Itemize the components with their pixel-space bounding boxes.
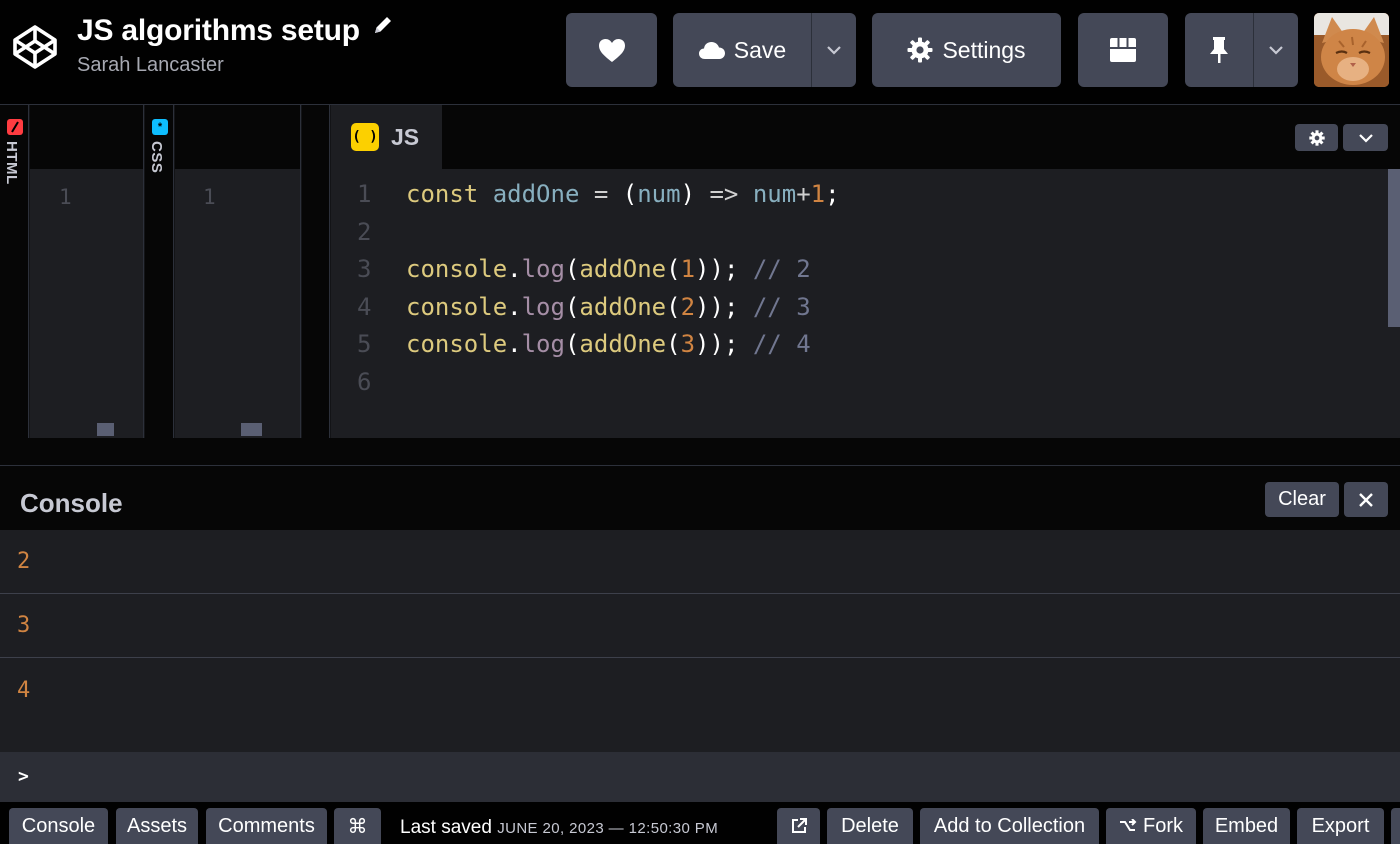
css-tab-label: CSS <box>148 141 165 174</box>
last-saved-status: Last saved JUNE 20, 2023 — 12:50:30 PM <box>400 817 718 839</box>
code-line[interactable]: 5 console.log(addOne(3)); // 4 <box>331 326 840 364</box>
gear-icon <box>1308 129 1325 146</box>
code-editor[interactable]: 1 const addOne = (num) => num+1; 2 3 console… <box>331 176 840 402</box>
js-editor[interactable]: ( ) JS 1 const addOne = (num) => num+1; … <box>331 105 1400 438</box>
chevron-down-icon <box>1269 46 1283 55</box>
open-external-button[interactable] <box>777 808 820 844</box>
console-toggle-button[interactable]: Console <box>9 808 108 844</box>
save-options-button[interactable] <box>812 13 856 87</box>
js-editor-header <box>331 105 1400 169</box>
close-icon <box>1359 492 1373 507</box>
code-line[interactable]: 3 console.log(addOne(1)); // 2 <box>331 251 840 289</box>
code-line[interactable]: 2 <box>331 214 840 252</box>
console-output: 2 3 4 <box>0 530 1400 752</box>
change-view-button[interactable] <box>1078 13 1168 87</box>
avatar-cat-image <box>1314 13 1389 87</box>
pane-resizer[interactable] <box>302 105 330 438</box>
html-editor-tab[interactable]: HTML <box>0 105 29 438</box>
header: JS algorithms setup Sarah Lancaster Save <box>0 0 1400 104</box>
settings-label: Settings <box>942 36 1026 63</box>
pin-button-group <box>1185 13 1298 87</box>
fork-button[interactable]: Fork <box>1106 808 1196 844</box>
js-tab-label: JS <box>391 123 420 150</box>
pin-button[interactable] <box>1185 13 1253 87</box>
gear-icon <box>907 37 933 63</box>
external-link-icon <box>791 818 807 833</box>
cloud-icon <box>698 42 725 59</box>
layout-icon <box>1110 38 1136 62</box>
line-number: 1 <box>357 180 372 208</box>
last-saved-date: JUNE 20, 2023 — 12:50:30 PM <box>497 820 719 837</box>
code-text: console.log(addOne(3)); // 4 <box>406 330 811 359</box>
save-button-group: Save <box>673 13 856 87</box>
code-line[interactable]: 1 const addOne = (num) => num+1; <box>331 176 840 214</box>
save-button[interactable]: Save <box>673 13 811 87</box>
pen-title[interactable]: JS algorithms setup <box>77 14 360 48</box>
codepen-logo-icon[interactable] <box>12 24 58 70</box>
code-text: console.log(addOne(1)); // 2 <box>406 255 811 284</box>
export-button[interactable]: Export <box>1297 808 1384 844</box>
console-log-row: 3 <box>0 594 1400 658</box>
scrollbar[interactable] <box>241 423 262 436</box>
line-number: 3 <box>357 255 372 284</box>
css-badge-icon: * <box>152 119 168 135</box>
pin-options-button[interactable] <box>1254 13 1298 87</box>
console-header: Console Clear <box>0 466 1400 530</box>
console-input[interactable]: > <box>0 752 1400 802</box>
close-console-button[interactable] <box>1344 482 1388 517</box>
html-editor[interactable]: 1 <box>30 105 144 438</box>
assets-button[interactable]: Assets <box>116 808 198 844</box>
css-editor-tab[interactable]: * CSS <box>145 105 174 438</box>
css-editor[interactable]: 1 <box>175 105 301 438</box>
share-button[interactable] <box>1391 808 1400 844</box>
like-button[interactable] <box>566 13 657 87</box>
console-prompt: > <box>18 766 29 787</box>
settings-button[interactable]: Settings <box>872 13 1061 87</box>
add-to-collection-button[interactable]: Add to Collection <box>920 808 1099 844</box>
console-log-row: 2 <box>0 530 1400 594</box>
user-avatar[interactable] <box>1314 13 1389 87</box>
embed-button[interactable]: Embed <box>1203 808 1290 844</box>
html-tab-label: HTML <box>3 141 20 185</box>
console-title: Console <box>20 488 123 518</box>
line-number: 5 <box>357 330 372 359</box>
line-number: 2 <box>357 217 372 246</box>
pencil-icon[interactable] <box>372 14 394 36</box>
line-number: 6 <box>357 367 372 396</box>
scrollbar[interactable] <box>97 423 114 436</box>
css-editor-header <box>175 105 300 169</box>
console-resizer[interactable] <box>0 438 1400 466</box>
chevron-down-icon <box>1358 133 1373 143</box>
delete-button[interactable]: Delete <box>827 808 913 844</box>
code-line[interactable]: 4 console.log(addOne(2)); // 3 <box>331 289 840 327</box>
save-label: Save <box>733 36 787 63</box>
fork-icon <box>1120 819 1137 831</box>
line-number: 4 <box>357 292 372 321</box>
line-number: 1 <box>203 185 216 209</box>
js-editor-tab[interactable]: ( ) JS <box>331 105 442 169</box>
js-settings-button[interactable] <box>1295 124 1338 151</box>
js-collapse-button[interactable] <box>1343 124 1388 151</box>
code-text: console.log(addOne(2)); // 3 <box>406 292 811 321</box>
pin-icon <box>1210 37 1228 63</box>
pen-title-block: JS algorithms setup Sarah Lancaster <box>77 14 394 77</box>
heart-icon <box>598 38 625 62</box>
line-number: 1 <box>59 185 72 209</box>
html-editor-header <box>30 105 143 169</box>
comments-button[interactable]: Comments <box>206 808 327 844</box>
html-badge-icon <box>7 119 23 135</box>
code-text: const addOne = (num) => num+1; <box>406 180 840 208</box>
editor-area: HTML 1 * CSS 1 ( ) JS 1 const addOne = (… <box>0 104 1400 438</box>
code-line[interactable]: 6 <box>331 364 840 402</box>
fork-label: Fork <box>1143 814 1183 837</box>
keyboard-shortcuts-button[interactable]: ⌘ <box>334 808 381 844</box>
footer-bar: Console Assets Comments ⌘ Last saved JUN… <box>0 802 1400 844</box>
console-log-row: 4 <box>17 677 31 703</box>
pen-author[interactable]: Sarah Lancaster <box>77 54 394 77</box>
scrollbar[interactable] <box>1388 169 1400 327</box>
clear-console-button[interactable]: Clear <box>1265 482 1339 517</box>
js-badge-icon: ( ) <box>351 123 379 151</box>
chevron-down-icon <box>827 46 841 55</box>
last-saved-label: Last saved <box>400 817 492 838</box>
